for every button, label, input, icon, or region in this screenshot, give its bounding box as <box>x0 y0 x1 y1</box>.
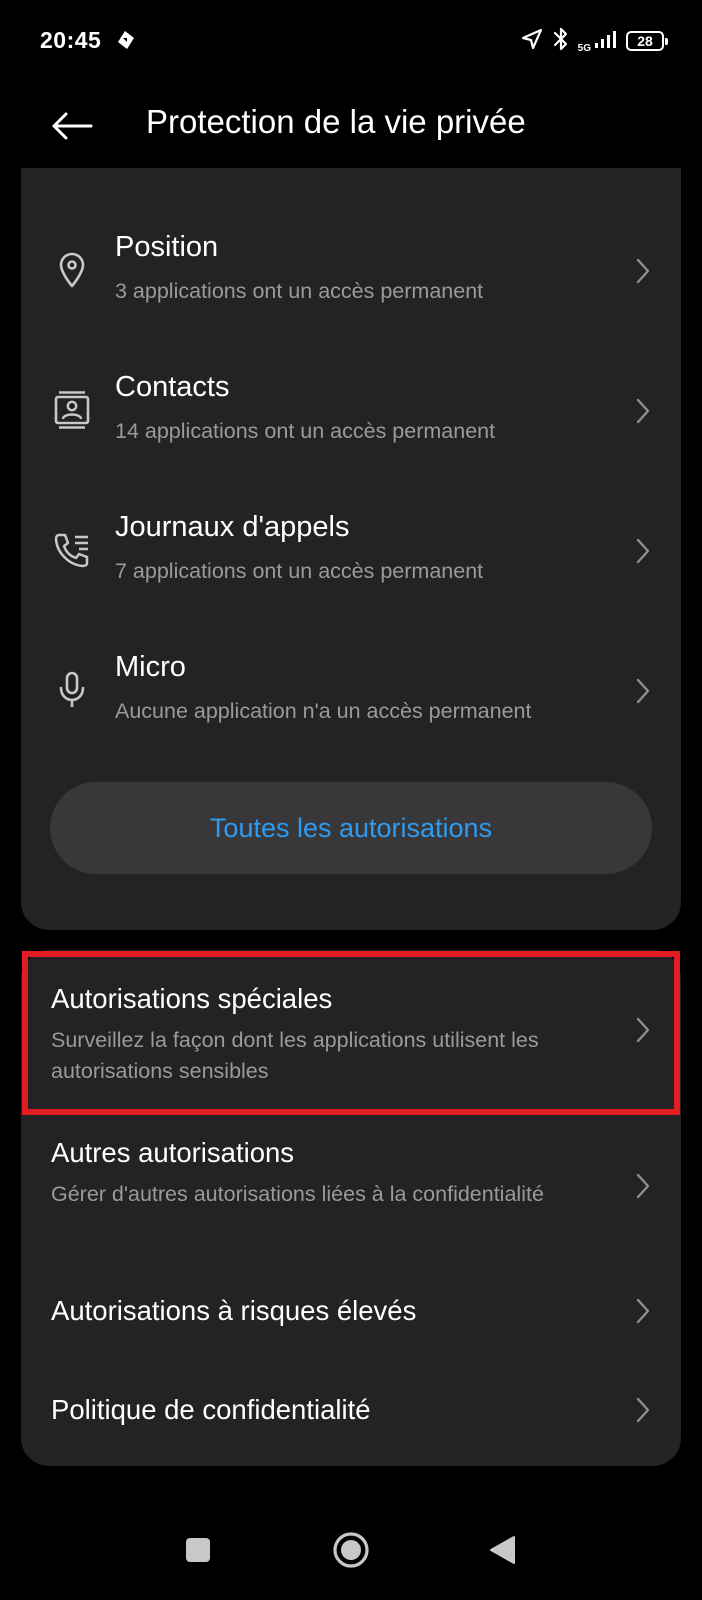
chevron-right-icon <box>633 1015 653 1045</box>
permission-item-call-logs[interactable]: Journaux d'appels 7 applications ont un … <box>21 495 681 615</box>
square-icon <box>186 1538 210 1562</box>
chevron-right-icon <box>633 536 653 566</box>
permission-subtitle: 3 applications ont un accès permanent <box>115 279 484 303</box>
option-subtitle: Gérer d'autres autorisations liées à la … <box>51 1182 544 1206</box>
permission-title: Micro <box>115 651 186 683</box>
option-title: Autorisations spéciales <box>51 983 333 1014</box>
option-privacy-policy[interactable]: Politique de confidentialité <box>21 1364 681 1464</box>
permission-subtitle: Aucune application n'a un accès permanen… <box>115 699 532 723</box>
location-arrow-icon <box>520 27 544 56</box>
back-nav-button[interactable] <box>472 1520 532 1580</box>
signal-strength-icon <box>594 29 618 54</box>
option-special-permissions[interactable]: Autorisations spéciales Surveillez la fa… <box>21 950 681 1114</box>
back-button[interactable] <box>48 102 96 150</box>
network-type-label: 5G <box>577 42 591 54</box>
chevron-right-icon <box>633 256 653 286</box>
status-indicators: 5G 28 <box>520 26 668 57</box>
bluetooth-icon <box>552 26 570 57</box>
page-title: Protection de la vie privée <box>146 103 526 140</box>
chevron-right-icon <box>633 1296 653 1326</box>
option-high-risk-permissions[interactable]: Autorisations à risques élevés <box>21 1264 681 1364</box>
battery-level: 28 <box>637 33 653 49</box>
permission-title: Contacts <box>115 371 230 403</box>
triangle-back-icon <box>490 1536 515 1564</box>
option-title: Autorisations à risques élevés <box>51 1295 417 1326</box>
back-arrow-icon <box>52 112 93 140</box>
signal-group: 5G <box>578 29 618 54</box>
recent-apps-button[interactable] <box>168 1520 228 1580</box>
battery-icon: 28 <box>626 31 668 51</box>
option-other-permissions[interactable]: Autres autorisations Gérer d'autres auto… <box>21 1114 681 1264</box>
all-permissions-button[interactable]: Toutes les autorisations <box>50 782 652 874</box>
location-pin-icon <box>51 249 93 291</box>
option-title: Autres autorisations <box>51 1137 295 1168</box>
navigation-bar <box>0 1520 702 1600</box>
home-button[interactable] <box>321 1520 381 1580</box>
permission-title: Journaux d'appels <box>115 511 350 543</box>
options-card: Autorisations spéciales Surveillez la fa… <box>21 950 681 1466</box>
app-notification-icon <box>114 29 136 51</box>
chevron-right-icon <box>633 1395 653 1425</box>
contacts-icon <box>51 389 93 431</box>
chevron-right-icon <box>633 1171 653 1201</box>
microphone-icon <box>51 669 93 711</box>
home-circle-icon <box>333 1532 369 1568</box>
status-bar: 20:45 5G 28 <box>0 0 702 86</box>
permission-item-micro[interactable]: Micro Aucune application n'a un accès pe… <box>21 635 681 755</box>
permission-title: Position <box>115 231 219 263</box>
status-time: 20:45 <box>40 27 102 53</box>
call-log-icon <box>51 529 93 571</box>
option-title: Politique de confidentialité <box>51 1394 371 1425</box>
option-subtitle: Surveillez la façon dont les application… <box>51 1028 539 1083</box>
permission-item-contacts[interactable]: Contacts 14 applications ont un accès pe… <box>21 355 681 475</box>
header: Protection de la vie privée <box>0 86 702 166</box>
permission-subtitle: 14 applications ont un accès permanent <box>115 419 496 443</box>
permission-subtitle: 7 applications ont un accès permanent <box>115 559 484 583</box>
permission-item-position[interactable]: Position 3 applications ont un accès per… <box>21 215 681 335</box>
chevron-right-icon <box>633 396 653 426</box>
chevron-right-icon <box>633 676 653 706</box>
